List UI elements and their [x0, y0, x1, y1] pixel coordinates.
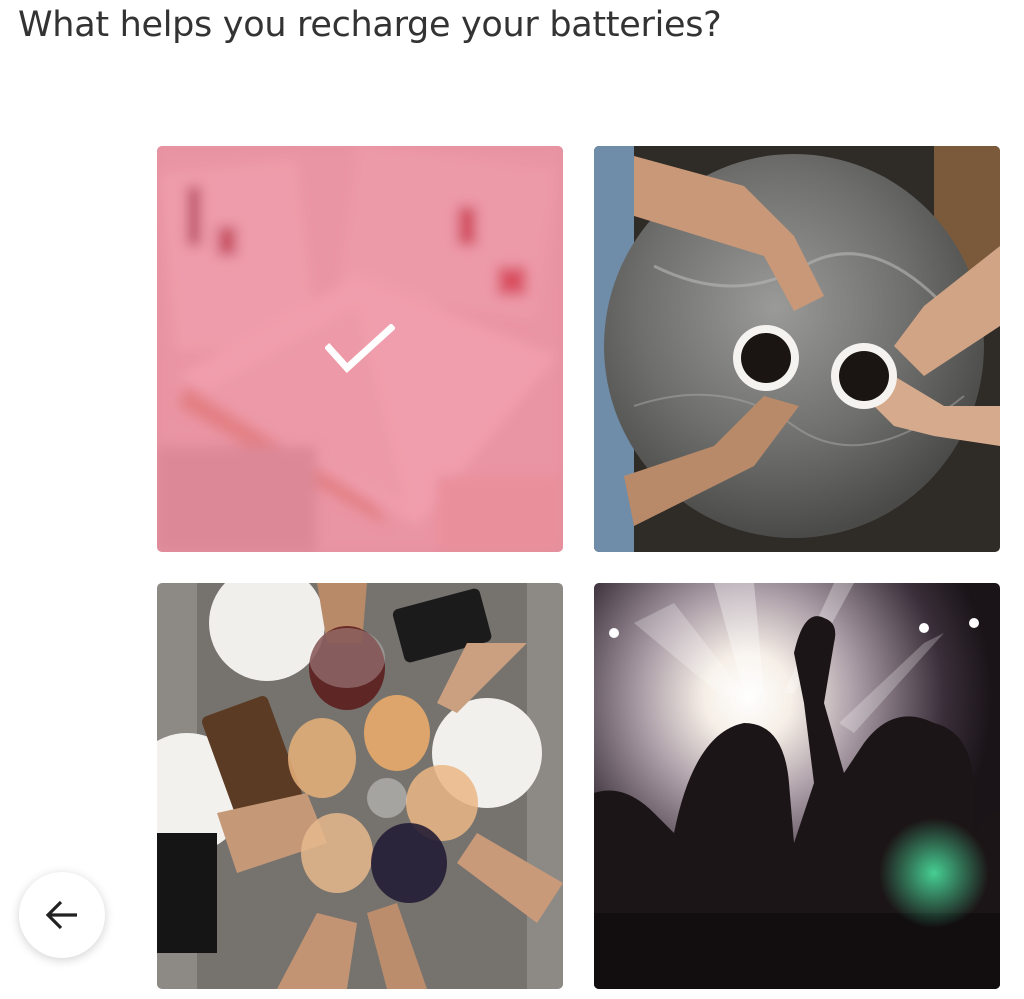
- concert-crowd-photo: [594, 583, 1000, 989]
- option-tile-coffee[interactable]: [594, 146, 1000, 552]
- wine-glass-toast-photo: [157, 583, 563, 989]
- coffee-with-friends-photo: [594, 146, 1000, 552]
- option-tile-reading[interactable]: [157, 146, 563, 552]
- quiz-page: What helps you recharge your batteries?: [0, 0, 1024, 999]
- arrow-left-icon: [45, 900, 77, 930]
- question-title: What helps you recharge your batteries?: [18, 5, 722, 45]
- back-button[interactable]: [19, 872, 105, 958]
- option-tile-toast[interactable]: [157, 583, 563, 989]
- checkmark-icon: [325, 324, 395, 373]
- option-tile-concert[interactable]: [594, 583, 1000, 989]
